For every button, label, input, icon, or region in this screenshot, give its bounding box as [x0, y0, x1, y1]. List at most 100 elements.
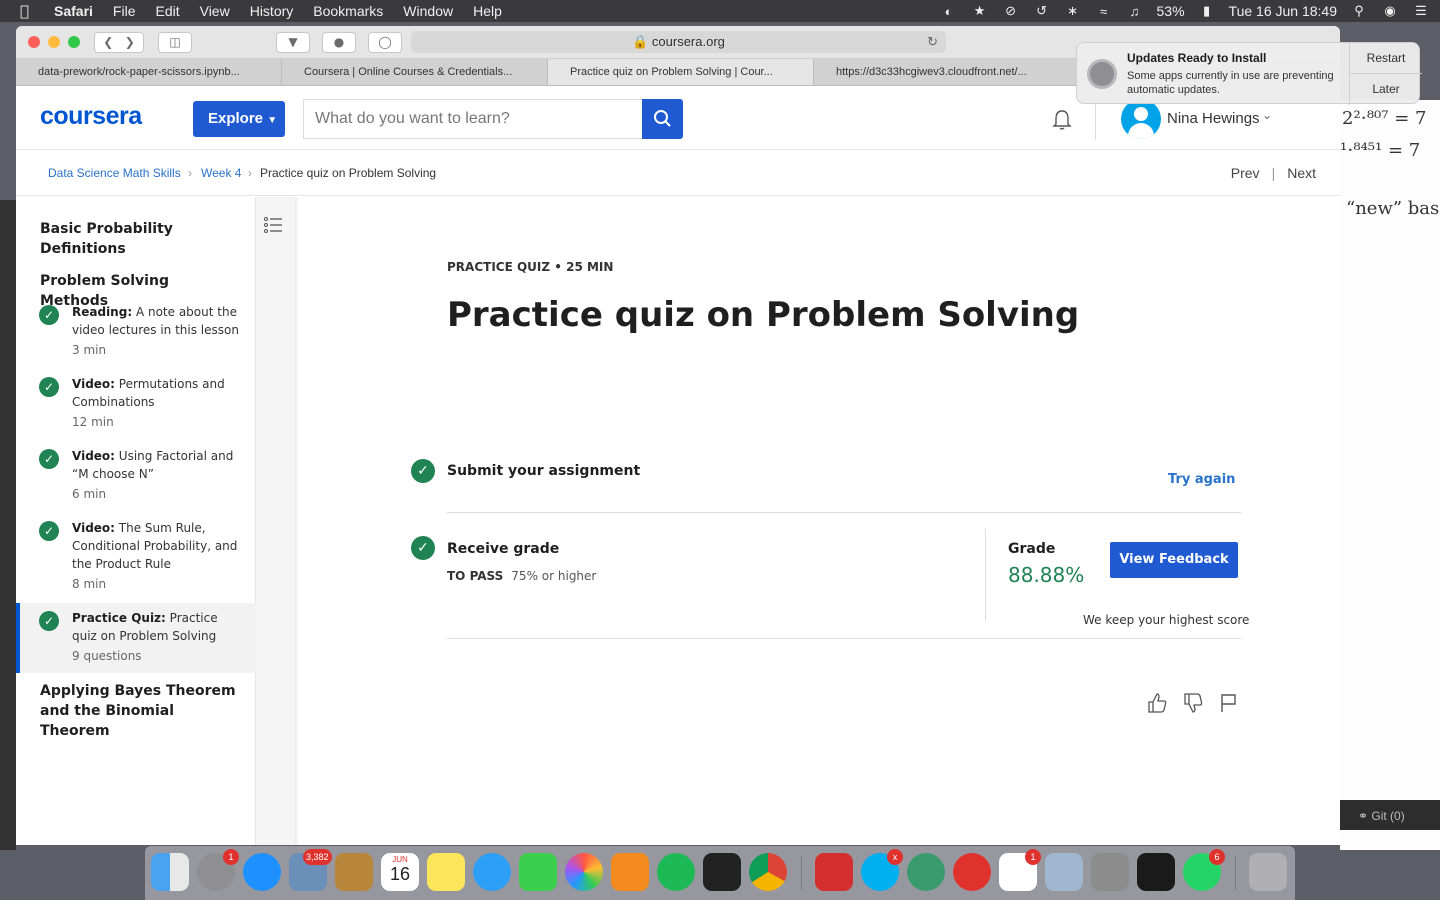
expressvpn-icon[interactable] — [815, 853, 853, 891]
volume-icon[interactable]: ♫ — [1126, 4, 1144, 19]
feedback-actions — [1145, 691, 1245, 717]
menu-app-safari[interactable]: Safari — [54, 3, 93, 19]
bluetooth-icon[interactable]: ∗ — [1064, 3, 1082, 19]
menu-history[interactable]: History — [250, 3, 294, 19]
notification-buttons: Restart Later — [1349, 43, 1422, 105]
explore-button[interactable]: Explore ▼ — [193, 101, 285, 137]
item-duration: 12 min — [72, 415, 114, 429]
search-input[interactable]: What do you want to learn? — [303, 99, 643, 139]
preview-icon[interactable] — [1045, 853, 1083, 891]
menu-bookmarks[interactable]: Bookmarks — [313, 3, 383, 19]
user-avatar[interactable] — [1121, 99, 1161, 139]
do-not-disturb-icon[interactable]: ⊘ — [1002, 3, 1020, 19]
sidebar-item-factorial[interactable]: ✓ Video: Using Factorial and “M choose N… — [16, 447, 256, 515]
back-forward-buttons[interactable]: ❮ ❯ — [94, 32, 144, 53]
nav-divider: | — [1271, 165, 1276, 181]
address-url: coursera.org — [651, 34, 725, 49]
contacts-icon[interactable] — [335, 853, 373, 891]
spotlight-search-icon[interactable]: ⚲ — [1350, 3, 1368, 19]
close-window-button[interactable] — [28, 36, 40, 48]
readder-icon[interactable] — [953, 853, 991, 891]
system-preferences-gear-icon — [1087, 59, 1117, 89]
menu-view[interactable]: View — [200, 3, 230, 19]
calculator-icon[interactable] — [1091, 853, 1129, 891]
status-menu-icon[interactable]: ◐ — [940, 4, 958, 19]
spotify-icon[interactable] — [657, 853, 695, 891]
vpn-icon[interactable]: ★ — [971, 3, 989, 19]
tab-practice-quiz[interactable]: Practice quiz on Problem Solving | Cour.… — [548, 59, 814, 85]
git-status-bar[interactable]: ⚭ Git (0) — [1340, 800, 1440, 830]
list-icon[interactable] — [263, 216, 285, 234]
chrome-icon[interactable] — [749, 853, 787, 891]
notifications-bell-icon[interactable] — [1051, 109, 1073, 131]
thumbs-down-icon[interactable] — [1181, 691, 1205, 715]
sidebar-item-sum-rule[interactable]: ✓ Video: The Sum Rule, Conditional Proba… — [16, 519, 256, 597]
later-button[interactable]: Later — [1350, 74, 1422, 105]
sidebar-item-reading[interactable]: ✓ Reading: A note about the video lectur… — [16, 303, 256, 371]
siri-icon[interactable]: ◉ — [1381, 3, 1399, 19]
menu-window[interactable]: Window — [403, 3, 453, 19]
item-duration: 3 min — [72, 343, 107, 357]
breadcrumb-chevron-icon: › — [248, 166, 252, 180]
search-button[interactable] — [642, 99, 683, 139]
books-icon[interactable] — [611, 853, 649, 891]
notification-center-icon[interactable]: ☰ — [1412, 3, 1430, 19]
tab-coursera-home[interactable]: Coursera | Online Courses & Credentials.… — [282, 59, 548, 85]
try-again-link[interactable]: Try again — [1168, 472, 1235, 487]
wifi-icon[interactable]: ≈ — [1095, 4, 1113, 19]
back-icon[interactable]: ❮ — [103, 35, 113, 49]
user-menu-chevron-icon[interactable]: ⌄ — [1262, 108, 1272, 122]
coursera-logo[interactable]: coursera — [40, 102, 142, 131]
item-type: Video: — [72, 521, 115, 535]
apple-menu-icon[interactable]:  — [20, 2, 40, 20]
atom-icon[interactable] — [907, 853, 945, 891]
user-name[interactable]: Nina Hewings — [1167, 110, 1260, 127]
breadcrumb-course-link[interactable]: Data Science Math Skills — [48, 166, 181, 180]
facetime-icon[interactable] — [519, 853, 557, 891]
completed-check-icon: ✓ — [39, 521, 59, 541]
thumbs-up-icon[interactable] — [1145, 691, 1169, 715]
menu-edit[interactable]: Edit — [155, 3, 179, 19]
sidebar-item-practice-quiz[interactable]: ✓ Practice Quiz: Practice quiz on Proble… — [16, 603, 256, 673]
reload-icon[interactable]: ↻ — [927, 31, 938, 53]
calendar-icon[interactable]: JUN 16 — [381, 853, 419, 891]
view-feedback-button[interactable]: View Feedback — [1110, 542, 1238, 578]
highest-score-note: We keep your highest score — [1083, 613, 1250, 627]
tab-rock-paper-scissors[interactable]: data-prework/rock-paper-scissors.ipynb..… — [16, 59, 282, 85]
address-bar[interactable]: 🔒 coursera.org ↻ — [411, 31, 946, 53]
notes-icon[interactable] — [427, 853, 465, 891]
sidebar-item-permutations[interactable]: ✓ Video: Permutations and Combinations 12… — [16, 375, 256, 443]
tab-cloudfront[interactable]: https://d3c33hcgiwev3.cloudfront.net/... — [814, 59, 1080, 85]
menu-help[interactable]: Help — [473, 3, 502, 19]
photos-icon[interactable] — [565, 853, 603, 891]
terminal-icon[interactable] — [703, 853, 741, 891]
flag-icon[interactable] — [1216, 691, 1240, 715]
messages-icon[interactable] — [473, 853, 511, 891]
minimize-window-button[interactable] — [48, 36, 60, 48]
sidebar-section-basic-probability[interactable]: Basic Probability Definitions — [40, 219, 240, 259]
menu-file[interactable]: File — [113, 3, 136, 19]
battery-percent[interactable]: 53% — [1157, 3, 1185, 19]
git-icon: ⚭ — [1358, 809, 1372, 823]
pocket-extension-icon[interactable]: ▼ — [276, 32, 310, 53]
terminal-window-icon[interactable] — [1137, 853, 1175, 891]
menubar-clock[interactable]: Tue 16 Jun 18:49 — [1229, 3, 1337, 19]
divider — [447, 512, 1241, 513]
prev-link[interactable]: Prev — [1231, 165, 1260, 181]
breadcrumb-week-link[interactable]: Week 4 — [201, 166, 241, 180]
forward-icon[interactable]: ❯ — [125, 35, 135, 49]
battery-icon[interactable]: ▮ — [1198, 3, 1216, 19]
time-machine-icon[interactable]: ↺ — [1033, 3, 1051, 19]
breadcrumb-chevron-icon: › — [188, 166, 192, 180]
adblock-extension-icon[interactable]: ◯ — [368, 32, 402, 53]
fullscreen-window-button[interactable] — [68, 36, 80, 48]
trash-icon[interactable] — [1249, 853, 1287, 891]
next-link[interactable]: Next — [1287, 165, 1316, 181]
dock-separator — [801, 856, 802, 890]
sidebar-section-bayes[interactable]: Applying Bayes Theorem and the Binomial … — [40, 681, 240, 741]
safari-icon[interactable] — [243, 853, 281, 891]
finder-icon[interactable] — [151, 853, 189, 891]
sidebar-toggle-icon[interactable]: ◫ — [158, 32, 192, 53]
extension-icon[interactable]: ● — [322, 32, 356, 53]
restart-button[interactable]: Restart — [1350, 43, 1422, 74]
